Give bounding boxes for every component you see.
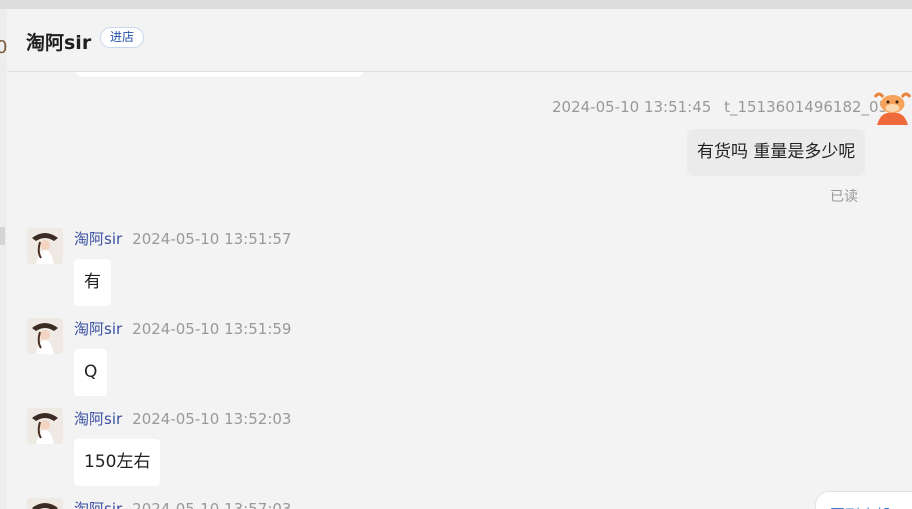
chat-header: 淘阿sir 进店	[7, 9, 912, 72]
shop-avatar-icon[interactable]	[27, 498, 63, 509]
background-left-notch	[0, 227, 5, 245]
message-timestamp: 2024-05-10 13:52:03	[132, 410, 292, 428]
message-meta-incoming: 淘阿sir 2024-05-10 13:51:57	[74, 228, 291, 249]
message-bubble-incoming[interactable]: 150左右	[74, 439, 161, 486]
message-timestamp: 2024-05-10 13:51:45	[552, 98, 712, 116]
sender-name-link[interactable]: 淘阿sir	[74, 410, 122, 428]
background-left-window: 0	[0, 9, 7, 509]
sender-name-link[interactable]: 淘阿sir	[74, 500, 122, 509]
sender-name-link[interactable]: 淘阿sir	[74, 320, 122, 338]
chat-panel: 淘阿sir 进店 2024-05-10 13:51:45 t_151360149…	[7, 9, 912, 509]
read-status-label: 已读	[830, 189, 858, 205]
shop-avatar-icon[interactable]	[27, 228, 63, 264]
message-meta-incoming: 淘阿sir 2024-05-10 13:57:03	[74, 498, 291, 509]
message-bubble-incoming[interactable]: Q	[74, 349, 108, 396]
cow-mascot-icon[interactable]	[873, 89, 912, 125]
shop-avatar-icon[interactable]	[27, 318, 63, 354]
shop-avatar-icon[interactable]	[27, 408, 63, 444]
sender-name-link[interactable]: 淘阿sir	[74, 230, 122, 248]
message-meta-incoming: 淘阿sir 2024-05-10 13:52:03	[74, 408, 291, 429]
back-to-bottom-button[interactable]: 回到底部	[815, 491, 912, 509]
shop-name-title: 淘阿sir	[26, 32, 92, 54]
visit-store-button[interactable]: 进店	[100, 27, 145, 48]
message-sender-id: t_1513601496182_054	[724, 98, 898, 116]
message-meta-outgoing: 2024-05-10 13:51:45 t_1513601496182_054	[552, 98, 898, 116]
message-timestamp: 2024-05-10 13:51:57	[132, 230, 292, 248]
message-timestamp: 2024-05-10 13:51:59	[132, 320, 292, 338]
message-bubble-outgoing[interactable]: 有货吗 重量是多少呢	[687, 129, 866, 176]
message-meta-incoming: 淘阿sir 2024-05-10 13:51:59	[74, 318, 291, 339]
message-timestamp: 2024-05-10 13:57:03	[132, 500, 292, 509]
message-bubble-incoming[interactable]: 有	[74, 259, 111, 306]
background-top-strip	[0, 0, 912, 9]
